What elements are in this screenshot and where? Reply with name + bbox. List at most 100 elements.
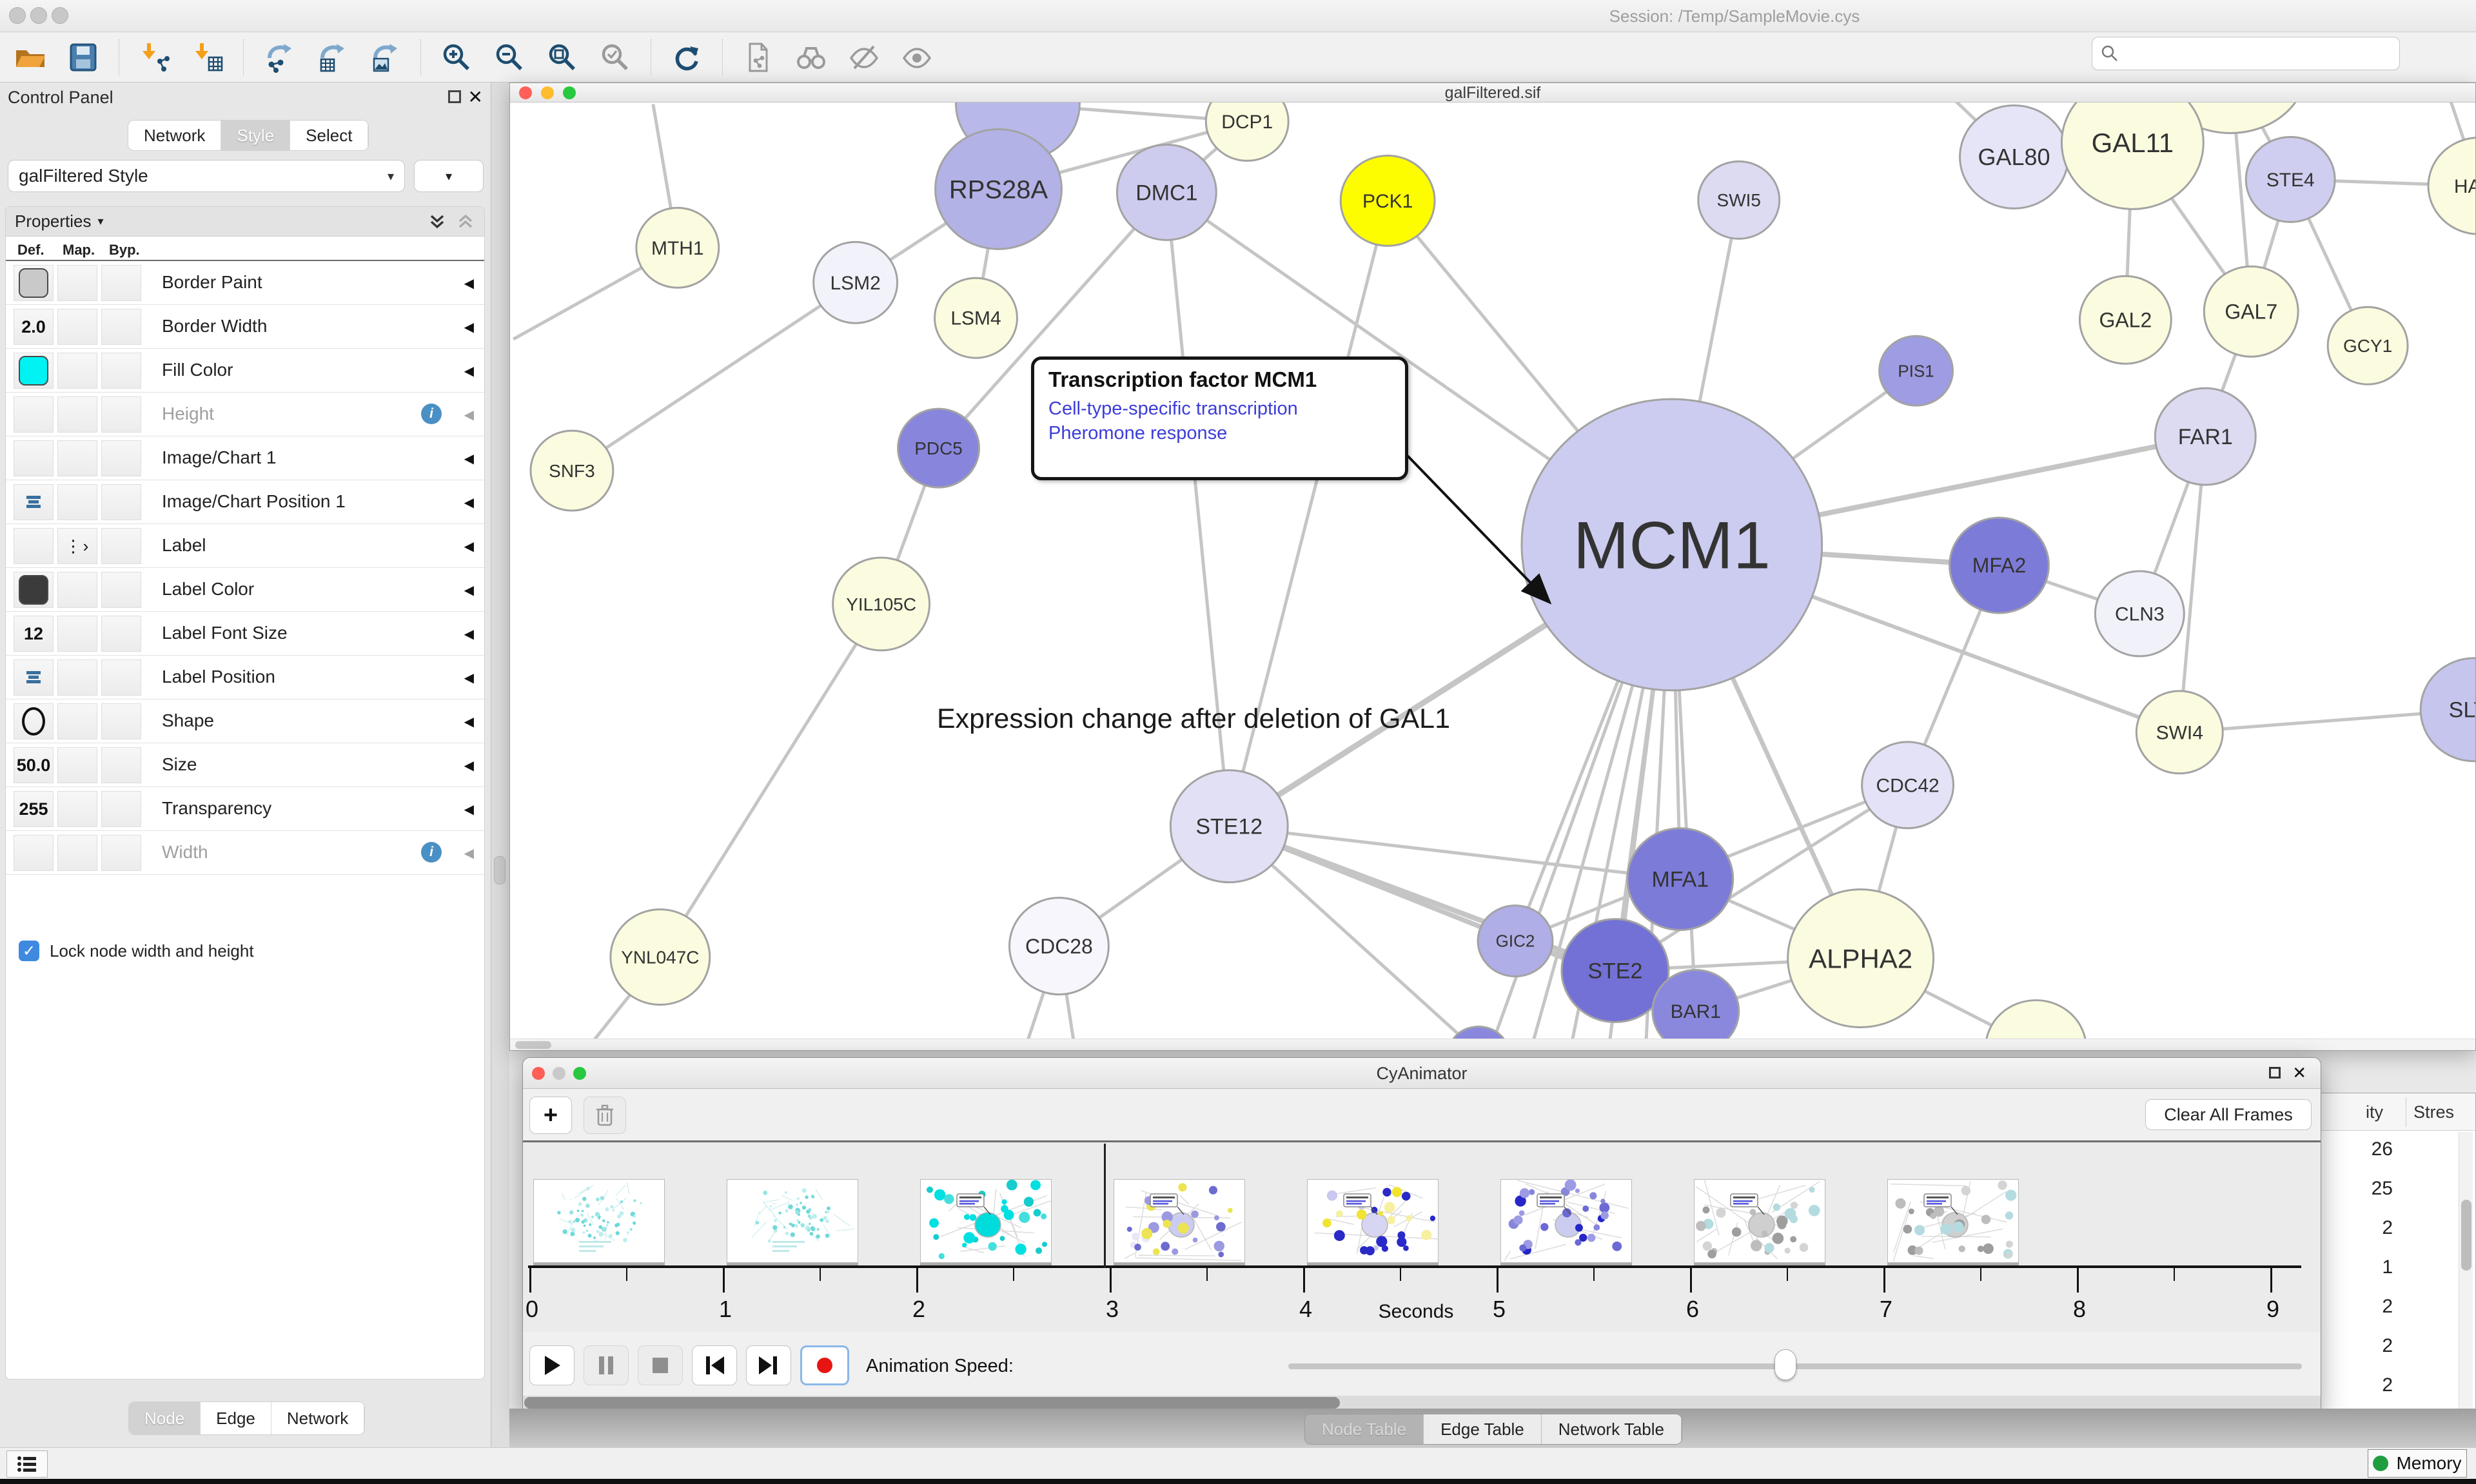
network-node-lsm2[interactable]: LSM2 xyxy=(814,242,898,323)
cyanimator-titlebar[interactable]: CyAnimator ✕ xyxy=(523,1058,2321,1089)
minimize-window-icon[interactable] xyxy=(30,7,47,24)
network-node-gic2[interactable]: GIC2 xyxy=(1478,906,1553,977)
bypass-cell[interactable] xyxy=(101,528,141,564)
default-cell[interactable] xyxy=(14,440,54,476)
frame-thumbnail-4[interactable] xyxy=(1307,1179,1439,1263)
network-node-far1[interactable]: FAR1 xyxy=(2155,388,2255,485)
expand-row-icon[interactable]: ◀ xyxy=(464,714,474,730)
expand-row-icon[interactable]: ◀ xyxy=(464,626,474,642)
table-header-centrality[interactable]: ity xyxy=(2315,1102,2383,1122)
property-row-height[interactable]: Heighti◀ xyxy=(6,393,484,436)
show-details-icon[interactable] xyxy=(898,39,936,76)
position-icon[interactable] xyxy=(24,669,43,686)
tab-network[interactable]: Network xyxy=(271,1402,364,1434)
maximize-window-icon[interactable] xyxy=(563,86,576,99)
default-value[interactable]: 255 xyxy=(19,799,48,819)
default-cell[interactable]: 50.0 xyxy=(14,747,54,783)
scrollbar-thumb[interactable] xyxy=(515,1041,551,1049)
default-cell[interactable] xyxy=(14,703,54,739)
network-node-pis1[interactable]: PIS1 xyxy=(1880,336,1953,405)
table-row[interactable]: 25 xyxy=(2315,1178,2393,1200)
pause-button[interactable] xyxy=(584,1345,629,1385)
property-row-width[interactable]: Widthi◀ xyxy=(6,831,484,875)
delete-frame-button[interactable] xyxy=(584,1097,626,1134)
mapping-cell[interactable] xyxy=(57,747,97,783)
tab-network[interactable]: Network xyxy=(128,121,221,150)
export-network-icon[interactable] xyxy=(260,39,298,76)
network-node-ynl047c[interactable]: YNL047C xyxy=(611,910,710,1005)
bypass-cell[interactable] xyxy=(101,396,141,433)
zoom-out-icon[interactable] xyxy=(491,39,528,76)
default-value[interactable]: 50.0 xyxy=(17,756,51,776)
timeline-horizontal-scrollbar[interactable] xyxy=(523,1396,2321,1410)
float-panel-icon[interactable] xyxy=(2269,1067,2281,1079)
maximize-window-icon[interactable] xyxy=(52,7,68,24)
tab-node[interactable]: Node xyxy=(129,1402,201,1434)
add-frame-button[interactable]: + xyxy=(529,1097,572,1134)
save-session-icon[interactable] xyxy=(64,39,102,76)
network-canvas[interactable]: DCP1RPS28ADMC1PCK1MTH1SWI5GAL80GAL11STE4… xyxy=(510,103,2475,1039)
apply-layout-icon[interactable] xyxy=(668,39,705,76)
network-node-slt2[interactable]: SLT2 xyxy=(2421,658,2475,761)
annotation-box[interactable]: Transcription factor MCM1 Cell-type-spec… xyxy=(1031,356,1408,480)
bypass-cell[interactable] xyxy=(101,309,141,345)
table-row[interactable]: 2 xyxy=(2315,1296,2393,1318)
default-cell[interactable] xyxy=(14,484,54,520)
network-node-ste12[interactable]: STE12 xyxy=(1170,770,1288,883)
table-row[interactable]: 2 xyxy=(2315,1217,2393,1239)
mapping-icon[interactable]: ⋮› xyxy=(65,536,90,556)
network-node-mth1[interactable]: MTH1 xyxy=(636,208,719,288)
network-node-gal2[interactable]: GAL2 xyxy=(2079,276,2171,364)
scrollbar-thumb[interactable] xyxy=(524,1397,1340,1409)
property-row-label-font-size[interactable]: 12Label Font Size◀ xyxy=(6,612,484,656)
import-network-icon[interactable] xyxy=(136,39,173,76)
slider-thumb[interactable] xyxy=(1774,1349,1796,1380)
color-swatch[interactable] xyxy=(19,575,48,605)
mapping-cell[interactable] xyxy=(57,396,97,433)
expand-row-icon[interactable]: ◀ xyxy=(464,582,474,598)
network-node-lsm4[interactable]: LSM4 xyxy=(935,278,1017,358)
network-file-icon[interactable] xyxy=(740,39,777,76)
minimize-window-icon[interactable] xyxy=(541,86,554,99)
zoom-in-icon[interactable] xyxy=(438,39,475,76)
bypass-cell[interactable] xyxy=(101,440,141,476)
memory-button[interactable]: Memory xyxy=(2368,1449,2467,1478)
network-node-swi5[interactable]: SWI5 xyxy=(1698,161,1780,239)
property-row-label-color[interactable]: Label Color◀ xyxy=(6,568,484,612)
search-box[interactable] xyxy=(2092,37,2400,70)
properties-header[interactable]: Properties ▾ xyxy=(6,207,484,237)
network-node-swi4[interactable]: SWI4 xyxy=(2136,691,2223,774)
frame-thumbnail-1[interactable] xyxy=(727,1179,858,1263)
network-window-titlebar[interactable]: galFiltered.sif xyxy=(510,83,2475,103)
property-row-image-chart-position-1[interactable]: Image/Chart Position 1◀ xyxy=(6,480,484,524)
network-node-mcm1[interactable]: MCM1 xyxy=(1522,399,1822,690)
default-cell[interactable] xyxy=(14,353,54,389)
expand-row-icon[interactable]: ◀ xyxy=(464,407,474,423)
expand-all-icon[interactable] xyxy=(427,212,447,231)
expand-row-icon[interactable]: ◀ xyxy=(464,319,474,335)
scrollbar-thumb[interactable] xyxy=(2461,1200,2471,1271)
default-cell[interactable]: 2.0 xyxy=(14,309,54,345)
network-node-yil105c[interactable]: YIL105C xyxy=(833,558,930,650)
skip-end-button[interactable] xyxy=(746,1345,791,1385)
tab-edge[interactable]: Edge xyxy=(201,1402,271,1434)
property-row-label[interactable]: ⋮›Label◀ xyxy=(6,524,484,568)
record-button[interactable] xyxy=(800,1345,849,1385)
table-header-stress[interactable]: Stres xyxy=(2413,1102,2454,1122)
ellipse-shape-icon[interactable] xyxy=(22,707,45,736)
maximize-window-icon[interactable] xyxy=(573,1067,586,1080)
frame-thumbnail-2[interactable] xyxy=(920,1179,1052,1263)
skip-start-button[interactable] xyxy=(692,1345,737,1385)
expand-row-icon[interactable]: ◀ xyxy=(464,757,474,774)
float-panel-icon[interactable] xyxy=(448,90,461,103)
mapping-cell[interactable]: ⋮› xyxy=(57,528,97,564)
frame-thumbnail-7[interactable] xyxy=(1887,1179,2019,1263)
first-neighbors-icon[interactable] xyxy=(792,39,830,76)
bypass-cell[interactable] xyxy=(101,659,141,696)
mapping-cell[interactable] xyxy=(57,791,97,827)
default-cell[interactable] xyxy=(14,659,54,696)
mapping-cell[interactable] xyxy=(57,572,97,608)
network-node-gal7[interactable]: GAL7 xyxy=(2204,266,2298,356)
annotation-link[interactable]: Pheromone response xyxy=(1048,422,1391,446)
property-row-image-chart-1[interactable]: Image/Chart 1◀ xyxy=(6,436,484,480)
